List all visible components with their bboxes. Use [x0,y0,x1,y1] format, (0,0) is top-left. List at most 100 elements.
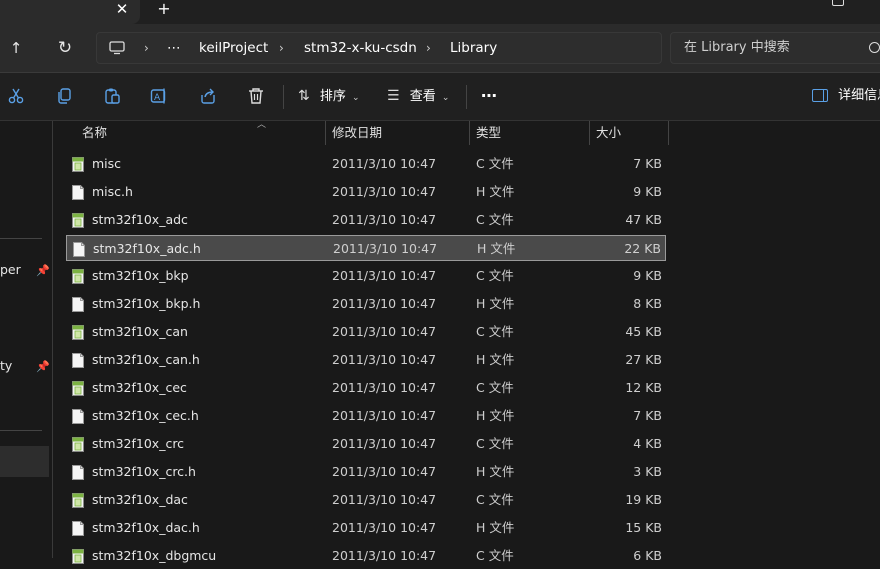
file-modified-date: 2011/3/10 10:47 [332,212,437,227]
file-size: 7 KB [633,156,662,171]
header-file-icon [72,353,84,368]
file-row[interactable]: stm32f10x_can 2011/3/10 10:47 C 文件 45 KB [66,319,666,345]
navigation-bar: ↑ ↻ › ⋯ keilProject › stm32-x-ku-csdn › … [0,24,880,73]
address-bar[interactable]: › ⋯ keilProject › stm32-x-ku-csdn › Libr… [96,32,662,64]
file-row[interactable]: stm32f10x_dac.h 2011/3/10 10:47 H 文件 15 KB [66,515,666,541]
file-row[interactable]: stm32f10x_can.h 2011/3/10 10:47 H 文件 27 KB [66,347,666,373]
column-header-size[interactable]: 大小 [590,121,668,145]
sort-label: 排序 [319,89,346,104]
details-pane-button[interactable]: 详细信息 [812,85,880,107]
c-source-file-icon [72,549,84,564]
c-source-file-icon [72,325,84,340]
header-file-icon [72,297,84,312]
sidebar-divider [0,238,42,239]
maximize-button[interactable] [832,0,844,6]
header-file-icon [72,465,84,480]
column-header-type[interactable]: 类型 [470,121,589,145]
file-modified-date: 2011/3/10 10:47 [333,241,438,256]
share-icon[interactable] [197,85,219,107]
file-modified-date: 2011/3/10 10:47 [332,184,437,199]
copy-icon[interactable] [53,85,75,107]
file-row[interactable]: stm32f10x_bkp.h 2011/3/10 10:47 H 文件 8 KB [66,291,666,317]
pin-icon: 📌 [36,360,50,373]
file-size: 15 KB [625,520,662,535]
delete-icon[interactable] [245,85,267,107]
details-label: 详细信息 [838,88,880,103]
file-row[interactable]: stm32f10x_crc 2011/3/10 10:47 C 文件 4 KB [66,431,666,457]
file-type: H 文件 [476,184,515,199]
breadcrumb-stm32-x-ku-csdn[interactable]: stm32-x-ku-csdn [304,33,417,63]
breadcrumb-overflow[interactable]: ⋯ [167,33,181,63]
file-row[interactable]: stm32f10x_dbgmcu 2011/3/10 10:47 C 文件 6 KB [66,543,666,569]
pin-icon: 📌 [36,264,50,277]
search-icon[interactable] [869,42,880,53]
tab-close-button[interactable]: ✕ [108,0,136,20]
file-size: 6 KB [633,548,662,563]
file-modified-date: 2011/3/10 10:47 [332,156,437,171]
c-source-file-icon [72,381,84,396]
this-pc-icon[interactable] [109,41,125,55]
file-name: stm32f10x_can.h [92,352,200,367]
file-row[interactable]: stm32f10x_cec 2011/3/10 10:47 C 文件 12 KB [66,375,666,401]
file-row-selected[interactable]: stm32f10x_adc.h 2011/3/10 10:47 H 文件 22 KB [66,235,666,261]
command-bar: A ⇅ 排序 ⌄ ☰ 查看 ⌄ ⋯ 详细信息 [0,73,880,121]
rename-icon[interactable]: A [148,85,170,107]
file-modified-date: 2011/3/10 10:47 [332,380,437,395]
file-size: 4 KB [633,436,662,451]
column-separator[interactable] [668,121,669,145]
file-type: H 文件 [476,464,515,479]
file-row[interactable]: misc 2011/3/10 10:47 C 文件 7 KB [66,151,666,177]
file-type: C 文件 [476,212,514,227]
column-header-date[interactable]: 修改日期 [326,121,469,145]
file-size: 8 KB [633,296,662,311]
paste-icon[interactable] [101,85,123,107]
search-box[interactable]: 在 Library 中搜索 [670,32,880,64]
file-type: H 文件 [476,520,515,535]
file-name: misc [92,156,122,171]
sidebar-item-label: ty [0,358,13,373]
chevron-down-icon: ⌄ [441,93,450,103]
file-size: 47 KB [625,212,662,227]
search-placeholder[interactable]: 在 Library 中搜索 [684,33,790,63]
file-row[interactable]: stm32f10x_cec.h 2011/3/10 10:47 H 文件 7 KB [66,403,666,429]
details-pane-icon [812,89,828,102]
file-size: 45 KB [625,324,662,339]
file-modified-date: 2011/3/10 10:47 [332,436,437,451]
view-button[interactable]: ☰ 查看 ⌄ [387,85,449,107]
file-row[interactable]: stm32f10x_dac 2011/3/10 10:47 C 文件 19 KB [66,487,666,513]
file-row[interactable]: misc.h 2011/3/10 10:47 H 文件 9 KB [66,179,666,205]
chevron-right-icon[interactable]: › [426,33,431,63]
file-type: C 文件 [476,492,514,507]
c-source-file-icon [72,493,84,508]
file-name: stm32f10x_crc.h [92,464,196,479]
new-tab-button[interactable]: + [150,0,178,20]
refresh-button[interactable]: ↻ [53,36,77,60]
breadcrumb-keilproject[interactable]: keilProject [199,33,268,63]
file-row[interactable]: stm32f10x_adc 2011/3/10 10:47 C 文件 47 KB [66,207,666,233]
file-size: 12 KB [625,380,662,395]
cut-icon[interactable] [5,85,27,107]
chevron-right-icon[interactable]: › [144,33,149,63]
file-row[interactable]: stm32f10x_crc.h 2011/3/10 10:47 H 文件 3 KB [66,459,666,485]
breadcrumb-library[interactable]: Library [450,33,497,63]
file-size: 9 KB [633,268,662,283]
up-button[interactable]: ↑ [4,36,28,60]
file-modified-date: 2011/3/10 10:47 [332,464,437,479]
file-row[interactable]: stm32f10x_bkp 2011/3/10 10:47 C 文件 9 KB [66,263,666,289]
file-name: stm32f10x_dbgmcu [92,548,217,563]
sidebar-item-selected[interactable] [0,446,49,477]
c-source-file-icon [72,437,84,452]
file-type: H 文件 [477,241,516,256]
file-type: C 文件 [476,268,514,283]
title-bar: ✕ + [0,0,880,24]
file-type: C 文件 [476,324,514,339]
chevron-right-icon[interactable]: › [279,33,284,63]
file-modified-date: 2011/3/10 10:47 [332,324,437,339]
header-file-icon [72,409,84,424]
sort-icon: ⇅ [298,88,310,104]
column-header-name[interactable]: 名称 [76,121,326,145]
header-file-icon [72,185,84,200]
sort-button[interactable]: ⇅ 排序 ⌄ [298,85,360,107]
more-options-button[interactable]: ⋯ [481,85,497,107]
file-modified-date: 2011/3/10 10:47 [332,492,437,507]
